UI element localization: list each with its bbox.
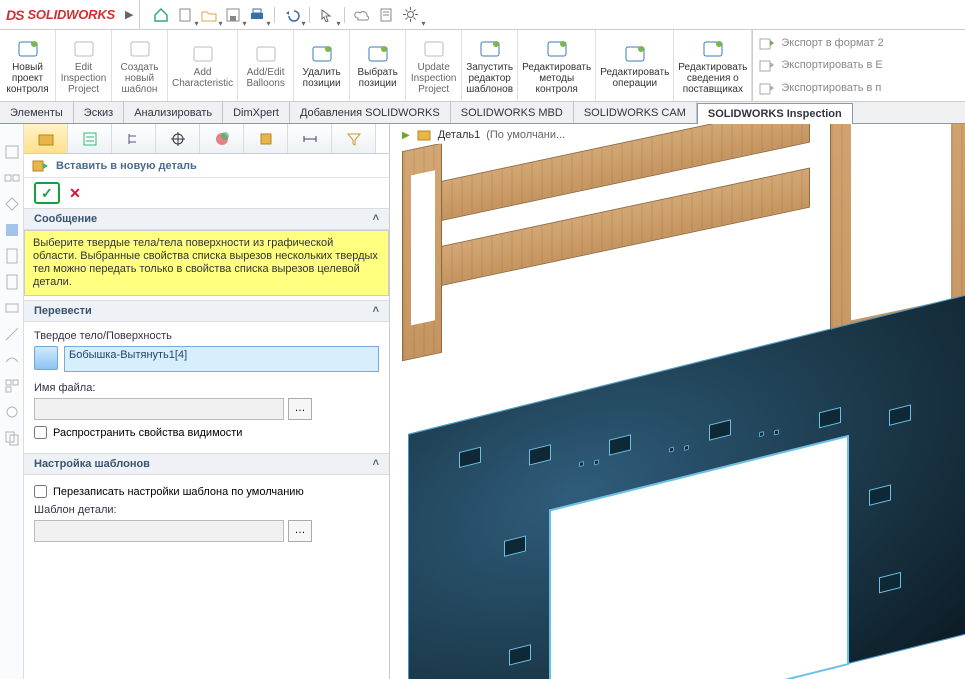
pm-tab-config[interactable] (68, 124, 112, 153)
ribbon-edit-ops[interactable]: Редактироватьоперации (596, 30, 674, 101)
ls-surf-icon[interactable] (4, 352, 20, 368)
undo-icon[interactable]: ▾ (281, 4, 303, 26)
part-template-label: Шаблон детали: (34, 504, 379, 516)
ls-doc1-icon[interactable] (4, 248, 20, 264)
part-icon (416, 128, 432, 142)
pm-title: Вставить в новую деталь (56, 160, 197, 172)
ls-doc2-icon[interactable] (4, 274, 20, 290)
pm-tabs (24, 124, 389, 154)
cloud-icon[interactable] (351, 4, 373, 26)
pm-tab-feature[interactable] (24, 124, 68, 153)
new-file-icon[interactable]: ▾ (174, 4, 196, 26)
overwrite-template-input[interactable] (34, 485, 47, 498)
print-icon[interactable]: ▾ (246, 4, 268, 26)
tab-solidworks-cam[interactable]: SOLIDWORKS CAM (574, 102, 697, 123)
filename-label: Имя файла: (34, 382, 379, 394)
ribbon-sel-pos[interactable]: Выбратьпозиции (350, 30, 406, 101)
export-format-button[interactable]: Экспорт в формат 2 (759, 36, 959, 50)
ribbon-edit-methods[interactable]: Редактироватьметодыконтроля (518, 30, 596, 101)
ls-settings-icon[interactable] (4, 404, 20, 420)
ok-button[interactable]: ✓ (34, 182, 60, 204)
tab-добавления-solidworks[interactable]: Добавления SOLIDWORKS (290, 102, 451, 123)
cancel-button[interactable]: ✕ (66, 184, 84, 202)
browse-button[interactable]: … (288, 398, 312, 420)
breadcrumb-part: Деталь1 (438, 129, 481, 141)
body-selection-icon[interactable] (34, 346, 58, 370)
ribbon-edit-project[interactable]: EditInspectionProject (56, 30, 112, 101)
pm-tab-part[interactable] (244, 124, 288, 153)
body-selection-list[interactable]: Бобышка-Вытянуть1[4] (64, 346, 379, 372)
ls-face-icon[interactable] (4, 196, 20, 212)
tab-элементы[interactable]: Элементы (0, 102, 74, 123)
doc-icon[interactable] (375, 4, 397, 26)
breadcrumb-config: (По умолчани... (486, 129, 565, 141)
pm-tab-appearance[interactable] (200, 124, 244, 153)
save-icon[interactable]: ▾ (222, 4, 244, 26)
pm-tab-dim[interactable] (288, 124, 332, 153)
pm-tab-target[interactable] (156, 124, 200, 153)
property-manager: Вставить в новую деталь ✓ ✕ Сообщение Вы… (24, 124, 390, 679)
ribbon-create-templ[interactable]: Создатьновыйшаблон (112, 30, 168, 101)
ribbon-upd-project[interactable]: UpdateInspectionProject (406, 30, 462, 101)
section-message-header[interactable]: Сообщение (24, 209, 389, 230)
ls-blue-cube-icon[interactable] (4, 222, 20, 238)
export-p-button[interactable]: Экспортировать в п (759, 81, 959, 95)
propagate-visibility-checkbox[interactable]: Распространить свойства видимости (34, 426, 379, 439)
chevron-right-icon[interactable]: ▶ (125, 8, 133, 21)
tab-эскиз[interactable]: Эскиз (74, 102, 124, 123)
ribbon-add-char[interactable]: AddCharacteristic (168, 30, 238, 101)
tab-анализировать[interactable]: Анализировать (124, 102, 223, 123)
tab-solidworks-mbd[interactable]: SOLIDWORKS MBD (451, 102, 574, 123)
pm-tab-filter[interactable] (332, 124, 376, 153)
message-text: Выберите твердые тела/тела поверхности и… (24, 230, 389, 296)
ls-body-icon[interactable] (4, 300, 20, 316)
logo-name: SOLIDWORKS (27, 7, 115, 22)
ribbon-edit-vendors[interactable]: Редактироватьсведения опоставщиках (674, 30, 752, 101)
ribbon-del-pos[interactable]: Удалитьпозиции (294, 30, 350, 101)
ribbon: НовыйпроектконтроляEditInspectionProject… (0, 30, 965, 102)
quick-toolbar: ▾ ▾ ▾ ▾ ▾ ▾ ▾ (150, 4, 421, 26)
overwrite-template-checkbox[interactable]: Перезаписать настройки шаблона по умолча… (34, 485, 379, 498)
pm-title-row: Вставить в новую деталь (24, 154, 389, 178)
ls-line-icon[interactable] (4, 326, 20, 342)
tab-dimxpert[interactable]: DimXpert (223, 102, 290, 123)
command-tabs: ЭлементыЭскизАнализироватьDimXpertДобавл… (0, 102, 965, 124)
ls-assembly-icon[interactable] (4, 170, 20, 186)
filename-input[interactable] (34, 398, 284, 420)
ls-copy-icon[interactable] (4, 430, 20, 446)
section-translate-header[interactable]: Перевести (24, 301, 389, 322)
ribbon-addedit-ball[interactable]: Add/EditBalloons (238, 30, 294, 101)
app-logo: DS SOLIDWORKS ▶ (4, 0, 140, 29)
expand-tree-icon[interactable]: ▶ (402, 130, 410, 141)
tab-solidworks-inspection[interactable]: SOLIDWORKS Inspection (697, 103, 853, 124)
export-e-button[interactable]: Экспортировать в E (759, 58, 959, 72)
logo-ds: DS (6, 7, 23, 23)
gear-icon[interactable]: ▾ (399, 4, 421, 26)
pcb-body (408, 294, 965, 679)
ls-grid-icon[interactable] (4, 378, 20, 394)
home-icon[interactable] (150, 4, 172, 26)
part-template-browse-button[interactable]: … (288, 520, 312, 542)
viewport-breadcrumb[interactable]: ▶ Деталь1 (По умолчани... (396, 126, 571, 144)
ls-part-icon[interactable] (4, 144, 20, 160)
open-icon[interactable]: ▾ (198, 4, 220, 26)
pm-confirm-row: ✓ ✕ (24, 178, 389, 208)
part-template-input[interactable] (34, 520, 284, 542)
pm-tab-tree[interactable] (112, 124, 156, 153)
arrow-icon[interactable]: ▾ (316, 4, 338, 26)
solid-surface-label: Твердое тело/Поверхность (34, 330, 379, 342)
ribbon-run-ted[interactable]: Запуститьредакторшаблонов (462, 30, 518, 101)
propagate-visibility-input[interactable] (34, 426, 47, 439)
ribbon-new-project[interactable]: Новыйпроектконтроля (0, 30, 56, 101)
graphics-viewport[interactable]: ▶ Деталь1 (По умолчани... (390, 124, 965, 679)
titlebar: DS SOLIDWORKS ▶ ▾ ▾ ▾ ▾ ▾ ▾ ▾ (0, 0, 965, 30)
left-side-strip (0, 124, 24, 679)
section-template-header[interactable]: Настройка шаблонов (24, 454, 389, 475)
ribbon-overflow: Экспорт в формат 2 Экспортировать в E Эк… (752, 30, 965, 101)
insert-part-icon (32, 158, 50, 174)
